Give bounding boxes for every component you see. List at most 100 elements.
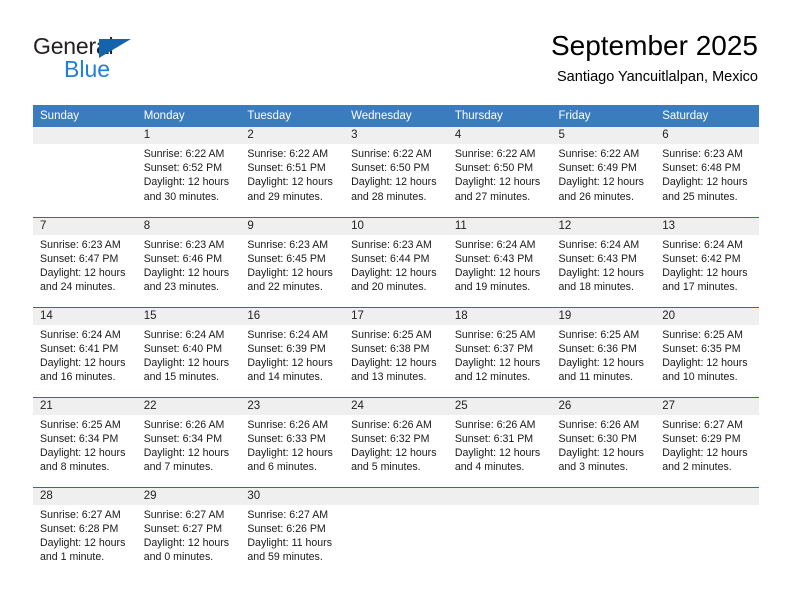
calendar-week-row: 28 Sunrise: 6:27 AM Sunset: 6:28 PM Dayligh…	[33, 486, 759, 577]
calendar-day-cell[interactable]: 29 Sunrise: 6:27 AM Sunset: 6:27 PM Dayligh…	[136, 486, 241, 577]
day-detail-line-4: and 11 minutes.	[558, 371, 634, 384]
calendar-day-cell[interactable]: 12 Sunrise: 6:24 AM Sunset: 6:43 PM Dayligh…	[551, 216, 656, 307]
calendar-day-cell[interactable]: 17 Sunrise: 6:25 AM Sunset: 6:38 PM Dayligh…	[344, 306, 448, 397]
calendar-day-cell[interactable]: 4 Sunrise: 6:22 AM Sunset: 6:50 PM Daylight…	[447, 127, 552, 217]
calendar-day-cell[interactable]: 22 Sunrise: 6:26 AM Sunset: 6:34 PM Dayligh…	[136, 396, 241, 487]
calendar-day-cell[interactable]: 30 Sunrise: 6:27 AM Sunset: 6:26 PM Dayligh…	[240, 486, 345, 577]
weekday-header-thursday: Thursday	[447, 105, 552, 127]
day-detail-line-3: Daylight: 12 hours	[558, 176, 644, 189]
day-detail-line-4: and 2 minutes.	[662, 461, 732, 474]
day-detail-line-1: Sunrise: 6:25 AM	[558, 328, 640, 341]
day-detail-line-4: and 17 minutes.	[662, 281, 738, 294]
calendar-day-cell[interactable]: 7 Sunrise: 6:23 AM Sunset: 6:47 PM Daylight…	[33, 216, 137, 307]
day-details: Sunrise: 6:23 AM Sunset: 6:48 PM Daylight:…	[655, 144, 759, 204]
day-detail-line-4: and 1 minute.	[40, 551, 105, 564]
day-detail-line-4: and 0 minutes.	[143, 551, 214, 564]
day-detail-line-3: Daylight: 12 hours	[662, 446, 748, 459]
day-detail-line-2: Sunset: 6:38 PM	[351, 342, 430, 355]
day-number: 5	[551, 127, 656, 144]
calendar-week-row: 21 Sunrise: 6:25 AM Sunset: 6:34 PM Dayligh…	[33, 396, 759, 487]
day-details: Sunrise: 6:24 AM Sunset: 6:42 PM Daylight:…	[655, 235, 759, 295]
day-detail-line-4: and 20 minutes.	[351, 281, 427, 294]
calendar-day-cell[interactable]: 5 Sunrise: 6:22 AM Sunset: 6:49 PM Daylight…	[551, 127, 656, 217]
day-detail-line-3: Daylight: 12 hours	[351, 356, 437, 369]
page-header: General Blue September 2025 Santiago Yan…	[0, 0, 792, 105]
day-detail-line-4: and 59 minutes.	[247, 551, 323, 564]
day-details: Sunrise: 6:26 AM Sunset: 6:33 PM Daylight:…	[240, 415, 344, 475]
day-detail-line-4: and 19 minutes.	[454, 281, 531, 294]
day-details: Sunrise: 6:22 AM Sunset: 6:49 PM Daylight:…	[552, 144, 656, 204]
day-details: Sunrise: 6:22 AM Sunset: 6:50 PM Daylight:…	[448, 144, 552, 204]
calendar-day-cell[interactable]: 8 Sunrise: 6:23 AM Sunset: 6:46 PM Daylight…	[136, 216, 241, 307]
day-number	[447, 487, 552, 505]
day-number: 20	[655, 307, 759, 325]
calendar-day-cell[interactable]: 20 Sunrise: 6:25 AM Sunset: 6:35 PM Dayligh…	[655, 306, 759, 397]
day-detail-line-1: Sunrise: 6:27 AM	[247, 508, 329, 521]
day-detail-line-2: Sunset: 6:47 PM	[40, 252, 119, 265]
calendar-day-cell[interactable]: 24 Sunrise: 6:26 AM Sunset: 6:32 PM Dayligh…	[344, 396, 448, 487]
calendar-day-cell[interactable]: 9 Sunrise: 6:23 AM Sunset: 6:45 PM Daylight…	[240, 216, 345, 307]
calendar-day-cell[interactable]: 25 Sunrise: 6:26 AM Sunset: 6:31 PM Dayligh…	[447, 396, 552, 487]
calendar-day-cell[interactable]: 2 Sunrise: 6:22 AM Sunset: 6:51 PM Daylight…	[240, 127, 345, 217]
calendar-day-cell[interactable]: 28 Sunrise: 6:27 AM Sunset: 6:28 PM Dayligh…	[33, 486, 137, 577]
calendar-day-cell[interactable]: 11 Sunrise: 6:24 AM Sunset: 6:43 PM Dayligh…	[447, 216, 552, 307]
day-detail-line-3: Daylight: 12 hours	[662, 356, 748, 369]
day-detail-line-1: Sunrise: 6:23 AM	[40, 238, 121, 251]
day-detail-line-4: and 30 minutes.	[143, 190, 220, 203]
calendar-day-cell[interactable]: 27 Sunrise: 6:27 AM Sunset: 6:29 PM Dayligh…	[655, 396, 759, 487]
day-number: 18	[447, 307, 552, 325]
day-details: Sunrise: 6:23 AM Sunset: 6:44 PM Daylight:…	[344, 235, 448, 295]
day-details: Sunrise: 6:26 AM Sunset: 6:32 PM Daylight:…	[344, 415, 448, 475]
day-detail-line-2: Sunset: 6:30 PM	[558, 432, 637, 445]
calendar-day-cell-empty	[551, 486, 656, 577]
day-detail-line-1: Sunrise: 6:22 AM	[351, 148, 432, 160]
calendar-day-cell[interactable]: 23 Sunrise: 6:26 AM Sunset: 6:33 PM Dayligh…	[240, 396, 345, 487]
day-number: 19	[551, 307, 656, 325]
calendar-day-cell[interactable]: 3 Sunrise: 6:22 AM Sunset: 6:50 PM Daylight…	[344, 127, 448, 217]
day-detail-line-2: Sunset: 6:33 PM	[247, 432, 326, 445]
day-detail-line-3: Daylight: 12 hours	[143, 266, 230, 279]
day-detail-line-1: Sunrise: 6:26 AM	[558, 418, 640, 431]
day-number: 11	[447, 217, 552, 235]
calendar-day-cell[interactable]: 10 Sunrise: 6:23 AM Sunset: 6:44 PM Dayligh…	[344, 216, 448, 307]
general-blue-logo[interactable]: General Blue	[33, 33, 193, 85]
day-detail-line-3: Daylight: 12 hours	[351, 176, 437, 189]
day-detail-line-1: Sunrise: 6:27 AM	[40, 508, 121, 521]
calendar-day-cell[interactable]: 18 Sunrise: 6:25 AM Sunset: 6:37 PM Dayligh…	[447, 306, 552, 397]
day-number: 22	[136, 397, 241, 415]
day-detail-line-4: and 7 minutes.	[143, 461, 214, 474]
day-detail-line-1: Sunrise: 6:25 AM	[454, 328, 536, 341]
calendar-day-cell[interactable]: 6 Sunrise: 6:23 AM Sunset: 6:48 PM Daylight…	[655, 127, 759, 217]
calendar-day-cell[interactable]: 15 Sunrise: 6:24 AM Sunset: 6:40 PM Dayligh…	[136, 306, 241, 397]
day-detail-line-1: Sunrise: 6:24 AM	[662, 238, 743, 251]
day-detail-line-3: Daylight: 12 hours	[143, 176, 230, 189]
day-number: 8	[136, 217, 241, 235]
calendar-day-cell[interactable]: 13 Sunrise: 6:24 AM Sunset: 6:42 PM Dayligh…	[655, 216, 759, 307]
day-detail-line-3: Daylight: 12 hours	[247, 446, 333, 459]
calendar-day-cell[interactable]: 16 Sunrise: 6:24 AM Sunset: 6:39 PM Dayligh…	[240, 306, 345, 397]
weekday-header-saturday: Saturday	[655, 105, 759, 127]
calendar-day-cell[interactable]: 21 Sunrise: 6:25 AM Sunset: 6:34 PM Dayligh…	[33, 396, 137, 487]
calendar-day-cell[interactable]: 26 Sunrise: 6:26 AM Sunset: 6:30 PM Dayligh…	[551, 396, 656, 487]
day-number: 23	[240, 397, 345, 415]
day-detail-line-4: and 13 minutes.	[351, 371, 427, 384]
day-details: Sunrise: 6:22 AM Sunset: 6:52 PM Daylight:…	[137, 144, 241, 204]
day-detail-line-3: Daylight: 12 hours	[351, 266, 437, 279]
calendar-day-cell[interactable]: 1 Sunrise: 6:22 AM Sunset: 6:52 PM Daylight…	[136, 127, 241, 217]
day-detail-line-1: Sunrise: 6:26 AM	[143, 418, 225, 431]
day-detail-line-1: Sunrise: 6:24 AM	[40, 328, 121, 341]
day-detail-line-1: Sunrise: 6:26 AM	[351, 418, 432, 431]
day-detail-line-3: Daylight: 12 hours	[558, 356, 644, 369]
day-detail-line-2: Sunset: 6:41 PM	[40, 342, 119, 355]
day-number: 27	[655, 397, 759, 415]
calendar-day-cell[interactable]: 14 Sunrise: 6:24 AM Sunset: 6:41 PM Dayligh…	[33, 306, 137, 397]
day-details: Sunrise: 6:23 AM Sunset: 6:47 PM Daylight:…	[33, 235, 137, 295]
calendar-day-cell[interactable]: 19 Sunrise: 6:25 AM Sunset: 6:36 PM Dayligh…	[551, 306, 656, 397]
day-number: 1	[136, 127, 241, 144]
day-detail-line-3: Daylight: 11 hours	[247, 536, 333, 549]
day-number: 2	[240, 127, 345, 144]
day-detail-line-1: Sunrise: 6:24 AM	[247, 328, 329, 341]
day-number: 10	[344, 217, 448, 235]
day-detail-line-3: Daylight: 12 hours	[143, 446, 230, 459]
day-detail-line-2: Sunset: 6:46 PM	[143, 252, 223, 265]
